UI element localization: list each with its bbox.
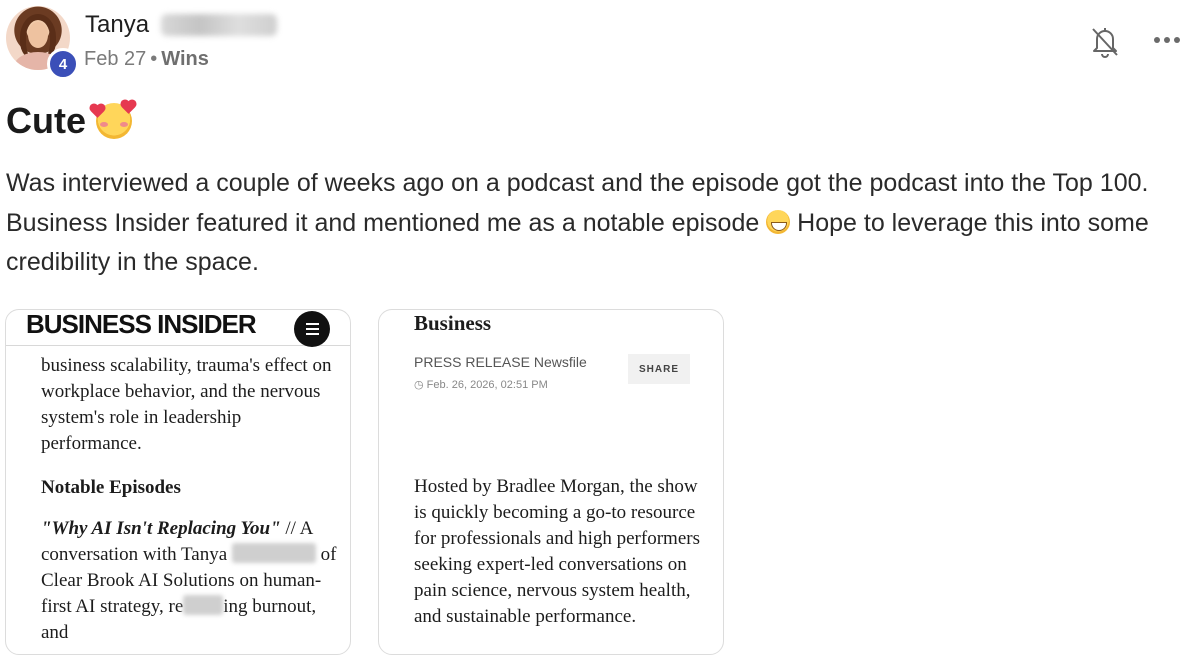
attachment-image-press-release[interactable]: Business PRESS RELEASE Newsfile ◷ Feb. 2… bbox=[378, 309, 724, 655]
post-date[interactable]: Feb 27 bbox=[84, 48, 146, 70]
press-body: Hosted by Bradlee Morgan, the show is qu… bbox=[414, 476, 700, 627]
bi-masthead: BUSINESS INSIDER bbox=[6, 309, 350, 347]
post-title: Cute bbox=[6, 100, 135, 142]
episode-separator: // bbox=[285, 518, 296, 539]
more-options-icon[interactable] bbox=[1154, 30, 1188, 50]
share-button: SHARE bbox=[628, 354, 690, 384]
redacted-text bbox=[183, 595, 224, 615]
episode-title: "Why AI Isn't Replacing You" bbox=[41, 518, 281, 539]
author-avatar[interactable]: 4 bbox=[6, 6, 79, 80]
press-section-title: Business bbox=[414, 311, 492, 335]
redacted-surname bbox=[161, 14, 277, 36]
bi-paragraph-1: business scalability, trauma's effect on… bbox=[41, 355, 332, 454]
meta-separator: • bbox=[150, 48, 158, 70]
smiling-face-with-hearts-icon bbox=[91, 101, 135, 139]
post-title-text: Cute bbox=[6, 100, 86, 141]
redacted-text bbox=[231, 543, 316, 563]
post-category[interactable]: Wins bbox=[161, 48, 209, 70]
press-kicker: PRESS RELEASE Newsfile bbox=[414, 354, 587, 370]
level-badge: 4 bbox=[47, 48, 79, 80]
business-insider-logo: BUSINESS INSIDER bbox=[26, 309, 257, 339]
press-date: ◷ Feb. 26, 2026, 02:51 PM bbox=[414, 379, 548, 391]
bi-paragraph-2: "Why AI Isn't Replacing You" // A conver… bbox=[41, 516, 341, 646]
attachment-image-business-insider[interactable]: BUSINESS INSIDER business scalability, t… bbox=[5, 309, 351, 655]
grinning-face-icon bbox=[766, 209, 791, 234]
bi-heading: Notable Episodes bbox=[41, 477, 181, 498]
post-meta: Feb 27 • Wins bbox=[84, 48, 209, 71]
bell-off-icon[interactable] bbox=[1088, 24, 1122, 60]
author-name[interactable]: Tanya bbox=[85, 11, 149, 39]
clock-icon: ◷ bbox=[414, 379, 427, 391]
menu-icon bbox=[294, 311, 330, 347]
post-body: Was interviewed a couple of weeks ago on… bbox=[6, 164, 1198, 283]
